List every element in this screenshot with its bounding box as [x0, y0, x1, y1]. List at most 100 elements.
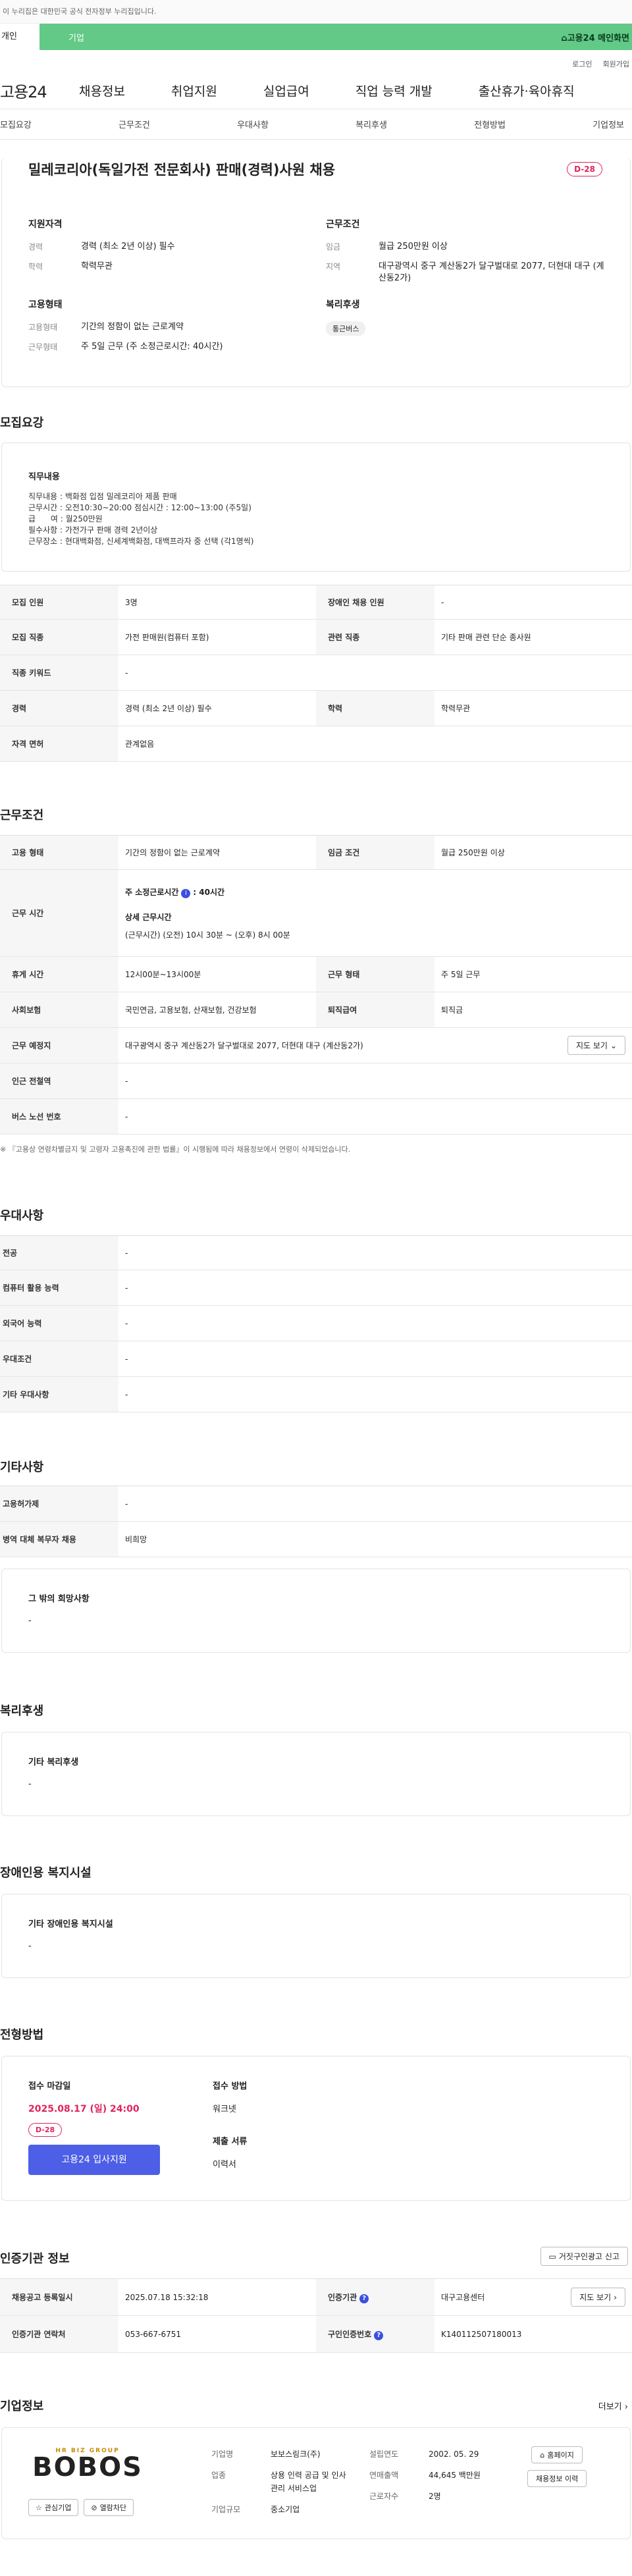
weekly-hours-value: : 40시간 — [193, 887, 225, 897]
row-label: 고용허가제 — [0, 1486, 118, 1522]
row-value: - — [118, 1341, 632, 1377]
qualification-title: 지원자격 — [28, 219, 63, 230]
gnb-item-employment-support[interactable]: 취업지원 — [171, 82, 217, 99]
detail-hours-value: (근무시간) (오전) 10시 30분 ~ (오후) 8시 00분 — [125, 930, 290, 940]
table-row: 모집 직종 가전 판매원(컴퓨터 포함) 관련 직종 기타 판매 관련 단순 종사원 — [0, 619, 632, 655]
tab-preference[interactable]: 우대사항 — [237, 118, 269, 130]
company-heading: 기업정보 — [0, 2400, 44, 2413]
row-value: - — [118, 655, 632, 691]
welfare-heading: 복리후생 — [0, 1704, 44, 1718]
toggle-company[interactable]: 기업 ⌂고용24 메인화면 — [40, 24, 632, 50]
method-title: 접수 방법 — [213, 2081, 248, 2091]
row-label: 직종 키워드 — [0, 655, 118, 691]
welfare-box-title: 기타 복리후생 — [28, 1758, 79, 1767]
map-button-label: 지도 보기 — [579, 2293, 612, 2302]
company-name-label: 기업명 — [211, 2450, 234, 2459]
company-actions: ☆ 관심기업 ⊘ 열람차단 — [28, 2499, 134, 2516]
duty-lines: 직무내용 : 백화점 입점 밀레코리아 제품 판매 근무시간 : 오전10:30… — [28, 491, 604, 547]
toggle-personal[interactable]: 개인 — [0, 24, 40, 50]
duty-line: 근무시간 : 오전10:30~20:00 점심시간 : 12:00~13:00 … — [28, 503, 251, 512]
site-logo[interactable]: 고용24 — [0, 79, 79, 102]
recruit-table: 모집 인원 3명 장애인 채용 인원 - 모집 직종 가전 판매원(컴퓨터 포함) 관련 … — [0, 585, 632, 762]
gnb-item-training[interactable]: 직업 능력 개발 — [356, 82, 433, 99]
row-value: - — [118, 1270, 632, 1306]
favorite-company-button[interactable]: ☆ 관심기업 — [28, 2499, 79, 2516]
disabled-box-title: 기타 장애인용 복지시설 — [28, 1919, 113, 1929]
row-label: 퇴직급여 — [316, 992, 434, 1028]
info-icon[interactable]: i — [181, 888, 191, 898]
job-summary: 밀레코리아(독일가전 전문회사) 판매(경력)사원 채용 D-28 지원자격 경… — [0, 158, 632, 387]
cert-heading: 인증기관 정보 — [0, 2252, 70, 2266]
gnb-item-jobs[interactable]: 채용정보 — [79, 82, 125, 99]
map-button[interactable]: 지도 보기 ⌄ — [567, 1036, 625, 1055]
tab-conditions[interactable]: 근무조건 — [118, 118, 150, 130]
recruit-heading: 모집요강 — [0, 416, 44, 430]
report-button-label: 거짓구인광고 신고 — [558, 2252, 619, 2261]
report-icon: ▭ — [548, 2251, 556, 2261]
disabled-heading: 장애인용 복지시설 — [0, 1866, 92, 1880]
gnb-item-leave[interactable]: 출산휴가·육아휴직 — [479, 82, 575, 99]
location-value: 대구광역시 중구 계산동2가 달구벌대로 2077, 더현대 대구 (계산동2가… — [125, 1041, 363, 1050]
table-row: 우대조건 - — [0, 1341, 632, 1377]
docs-title: 제출 서류 — [213, 2137, 248, 2147]
logo-name-text: BOBOS — [32, 2452, 143, 2482]
row-label: 버스 노선 번호 — [0, 1098, 118, 1135]
cert-map-button[interactable]: 지도 보기 › — [571, 2288, 625, 2307]
row-value: 국민연금, 고용보험, 산재보험, 건강보험 — [118, 992, 316, 1028]
employment-type-value: 기간의 정함이 없는 근로계약 — [81, 322, 184, 332]
career-label: 경력 — [28, 242, 43, 252]
conditions-title: 근무조건 — [326, 219, 360, 230]
history-button[interactable]: 채용정보 이력 — [527, 2470, 587, 2487]
disabled-box-value: - — [28, 1941, 32, 1951]
homepage-button[interactable]: ⌂ 홈페이지 — [531, 2446, 583, 2463]
company-logo: HR BIZ GROUP BOBOS — [28, 2448, 147, 2481]
apply-button[interactable]: 고용24 입사지원 — [28, 2145, 160, 2175]
home-icon: ⌂ — [561, 33, 567, 43]
pref-table: 전공 - 컴퓨터 활용 능력 - 외국어 능력 - 우대조건 - 기타 우대사항 - — [0, 1235, 632, 1412]
brand-link[interactable]: ⌂고용24 메인화면 — [561, 31, 629, 43]
hours-cell: 주 소정근로시간 i : 40시간 상세 근무시간 (근무시간) (오전) 10시… — [118, 869, 632, 957]
tab-company[interactable]: 기업정보 — [592, 118, 624, 130]
table-row: 모집 인원 3명 장애인 채용 인원 - — [0, 585, 632, 620]
info-icon[interactable]: ? — [359, 2294, 369, 2303]
block-label: 열람차단 — [99, 2504, 127, 2512]
disabled-box: 기타 장애인용 복지시설 - — [1, 1894, 631, 1978]
sales-value: 44,645 백만원 — [429, 2471, 481, 2480]
row-value: - — [434, 585, 632, 620]
row-label: 인근 전철역 — [0, 1063, 118, 1099]
brand-link-label: 고용24 메인화면 — [567, 33, 629, 43]
work-form-label: 근무형태 — [28, 342, 58, 352]
age-notice: ※ 『고용상 연령차별금지 및 고령자 고용촉진에 관한 법률』이 시행됨에 따… — [0, 1145, 351, 1154]
etc-table: 고용허가제 - 병역 대체 복무자 채용 비희망 — [0, 1486, 632, 1557]
row-value: - — [118, 1063, 632, 1099]
more-link[interactable]: 더보기 › — [598, 2400, 628, 2412]
duty-line: 근무장소 : 현대백화점, 신세계백화점, 대백프라자 중 선택 (각1명씩) — [28, 537, 254, 546]
row-value: - — [118, 1305, 632, 1341]
report-button[interactable]: ▭ 거짓구인광고 신고 — [540, 2247, 628, 2266]
tab-selection[interactable]: 전형방법 — [474, 118, 506, 130]
row-label: 외국어 능력 — [0, 1305, 118, 1341]
career-value: 경력 (최소 2년 이상) 필수 — [81, 242, 175, 252]
row-value: 월급 250만원 이상 — [434, 835, 632, 870]
employees-label: 근로자수 — [369, 2492, 399, 2501]
work-table: 고용 형태 기간의 정함이 없는 근로계약 임금 조건 월급 250만원 이상 근무 … — [0, 835, 632, 1154]
size-label: 기업규모 — [211, 2505, 241, 2514]
table-row: 외국어 능력 - — [0, 1305, 632, 1341]
row-value: - — [118, 1098, 632, 1135]
etc-box: 그 밖의 희망사항 - — [1, 1569, 631, 1653]
block-company-button[interactable]: ⊘ 열람차단 — [84, 2499, 134, 2516]
table-row: 근무 시간 주 소정근로시간 i : 40시간 상세 근무시간 (근무시간) (오… — [0, 869, 632, 957]
welfare-box-value: - — [28, 1779, 32, 1789]
chevron-right-icon: › — [614, 2292, 617, 2302]
info-icon[interactable]: ? — [374, 2330, 384, 2340]
row-value: 퇴직금 — [434, 992, 632, 1028]
signup-link[interactable]: 회원가입 — [603, 59, 629, 69]
duty-box: 직무내용 직무내용 : 백화점 입점 밀레코리아 제품 판매 근무시간 : 오전… — [1, 443, 631, 572]
company-info-right: 설립연도 2002. 05. 29 연매출액 44,645 백만원 근로자수 2명 — [369, 2448, 501, 2503]
row-label: 경력 — [0, 690, 118, 726]
tab-welfare[interactable]: 복리후생 — [356, 118, 387, 130]
tab-recruit[interactable]: 모집요강 — [0, 118, 32, 130]
login-link[interactable]: 로그인 — [572, 59, 592, 69]
more-link-label: 더보기 — [598, 2402, 622, 2412]
gnb-item-unemployment[interactable]: 실업급여 — [263, 82, 309, 99]
